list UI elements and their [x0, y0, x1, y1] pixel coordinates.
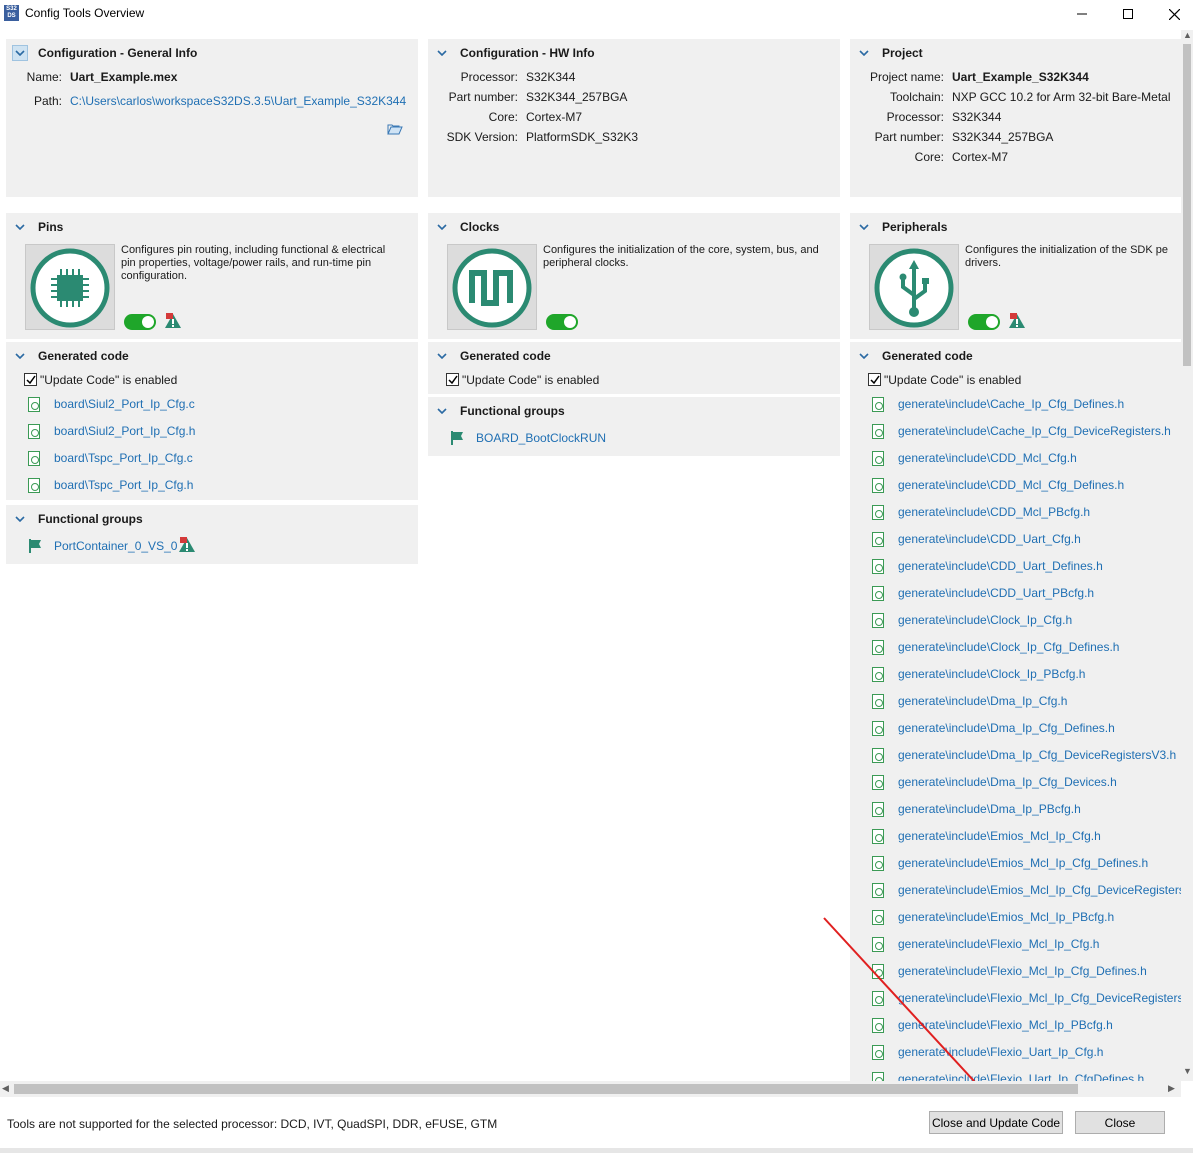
scroll-up-icon[interactable]: ▲: [1183, 30, 1192, 40]
title-bar: S32 DS Config Tools Overview: [0, 0, 1193, 28]
minimize-icon: [1077, 13, 1087, 15]
close-button[interactable]: Close: [1075, 1111, 1165, 1134]
close-icon: [1168, 8, 1180, 20]
minimize-button[interactable]: [1059, 0, 1105, 28]
vertical-scroll-thumb[interactable]: [1183, 44, 1191, 366]
app-icon: S32 DS: [4, 5, 19, 21]
annotation-arrow: [823, 917, 976, 1081]
status-bar: Tools are not supported for the selected…: [0, 1098, 1193, 1153]
vertical-scrollbar[interactable]: ▲ ▼: [1181, 30, 1193, 1081]
maximize-button[interactable]: [1105, 0, 1151, 28]
close-window-button[interactable]: [1151, 0, 1193, 28]
scroll-left-icon[interactable]: ◀: [2, 1083, 9, 1094]
overview-content: Configuration - General Info Name: Uart_…: [0, 30, 1181, 1081]
scroll-right-icon[interactable]: ▶: [1168, 1083, 1175, 1094]
window-title: Config Tools Overview: [25, 6, 145, 20]
window-bottom-edge: [0, 1148, 1193, 1153]
horizontal-scroll-thumb[interactable]: [14, 1084, 1078, 1094]
status-message: Tools are not supported for the selected…: [7, 1117, 498, 1131]
scroll-down-icon[interactable]: ▼: [1183, 1066, 1192, 1076]
close-and-update-code-button[interactable]: Close and Update Code: [929, 1111, 1063, 1134]
maximize-icon: [1123, 9, 1133, 19]
horizontal-scrollbar[interactable]: ◀ ▶: [0, 1081, 1181, 1097]
